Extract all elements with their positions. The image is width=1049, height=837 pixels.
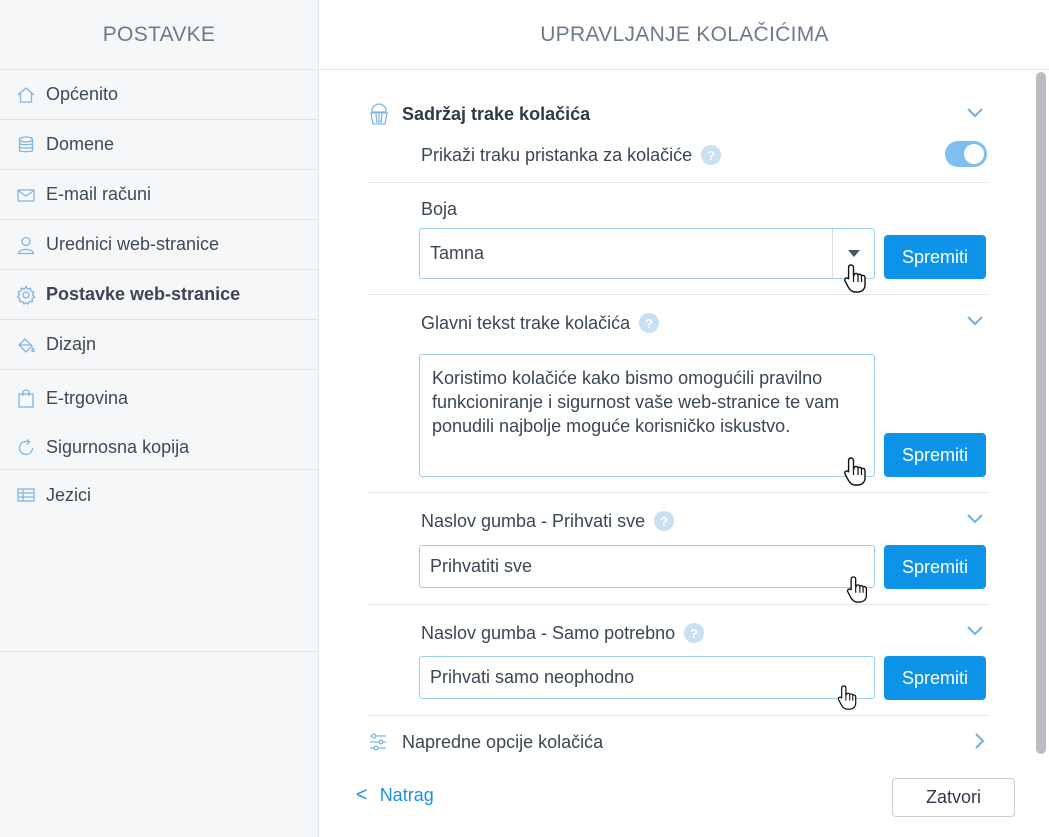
hand-cursor-icon (842, 263, 870, 295)
sidebar-divider (0, 651, 319, 652)
necessary-only-label: Naslov gumba - Samo potrebno (421, 622, 676, 643)
divider (368, 715, 988, 716)
save-color-button[interactable]: Spremiti (884, 235, 986, 279)
color-label: Boja (421, 198, 458, 219)
sidebar-item-ecommerce[interactable]: E-trgovina (0, 370, 318, 426)
help-icon[interactable]: ? (639, 313, 660, 333)
sidebar-item-label: Općenito (46, 84, 119, 104)
color-select[interactable]: Tamna (419, 228, 875, 279)
hand-cursor-icon (845, 575, 873, 607)
envelope-icon (15, 184, 37, 206)
accept-all-input[interactable]: Prihvatiti sve (419, 545, 875, 588)
main-text-textarea[interactable]: Koristimo kolačiće kako bismo omogućili … (419, 354, 875, 477)
sidebar-title: POSTAVKE (0, 0, 318, 70)
necessary-only-row: Naslov gumba - Samo potrebno ? (421, 620, 705, 646)
color-select-value: Tamna (430, 243, 485, 263)
sidebar-item-label: E-mail računi (46, 184, 152, 204)
sidebar-item-label: Jezici (46, 484, 92, 505)
section-header-cookie-banner[interactable]: Sadržaj trake kolačića (368, 100, 988, 128)
divider (368, 294, 988, 295)
save-accept-all-button[interactable]: Spremiti (884, 545, 986, 589)
sidebar-nav: Općenito Domene E-mail računi Urednici w… (0, 70, 318, 520)
chevron-down-icon[interactable] (964, 507, 986, 529)
sliders-icon (368, 732, 388, 752)
sidebar-item-label: E-trgovina (46, 387, 129, 408)
sidebar-item-site-editors[interactable]: Urednici web-stranice (0, 220, 318, 270)
divider (368, 182, 988, 183)
chevron-left-icon: < (356, 784, 368, 806)
home-icon (15, 84, 37, 106)
main-text-label: Glavni tekst trake kolačića (421, 312, 631, 333)
chevron-down-icon[interactable] (964, 309, 986, 331)
sidebar-item-label: Domene (46, 134, 115, 154)
save-necessary-only-button[interactable]: Spremiti (884, 656, 986, 700)
sidebar-item-languages[interactable]: Jezici (0, 470, 318, 520)
toggle-label: Prikaži traku pristanka za kolačiće (421, 144, 693, 165)
gear-icon (15, 284, 37, 306)
help-icon[interactable]: ? (684, 623, 705, 643)
necessary-only-input[interactable]: Prihvati samo neophodno (419, 656, 875, 699)
toggle-row: Prikaži traku pristanka za kolačiće ? (421, 142, 722, 168)
sidebar-item-backup[interactable]: Sigurnosna kopija (0, 426, 318, 470)
sidebar-item-label: Postavke web-stranice (46, 284, 241, 304)
help-icon[interactable]: ? (701, 145, 722, 165)
divider (368, 604, 988, 605)
save-main-text-button[interactable]: Spremiti (884, 433, 986, 477)
page-title: UPRAVLJANJE KOLAČIĆIMA (320, 0, 1049, 70)
necessary-only-value: Prihvati samo neophodno (430, 667, 635, 687)
hand-cursor-icon (836, 684, 864, 716)
paint-bucket-icon (15, 334, 37, 356)
section-title: Sadržaj trake kolačića (402, 103, 591, 124)
refresh-icon (15, 437, 37, 459)
chevron-right-icon[interactable] (968, 730, 990, 752)
sidebar-item-design[interactable]: Dizajn (0, 320, 318, 370)
close-button[interactable]: Zatvori (892, 778, 1015, 817)
accept-all-label: Naslov gumba - Prihvati sve (421, 510, 646, 531)
advanced-options-label: Napredne opcije kolačića (402, 731, 604, 752)
chevron-down-icon[interactable] (964, 619, 986, 641)
sidebar: POSTAVKE Općenito Domene E-mail računi U… (0, 0, 319, 837)
back-label: Natrag (379, 785, 434, 805)
cupcake-icon (368, 102, 390, 126)
divider (368, 492, 988, 493)
sidebar-item-site-settings[interactable]: Postavke web-stranice (0, 270, 318, 320)
scrollbar[interactable] (1036, 72, 1046, 754)
sidebar-item-label: Sigurnosna kopija (46, 437, 190, 457)
shopping-bag-icon (15, 387, 37, 409)
hand-cursor-icon (842, 456, 870, 488)
chevron-down-icon[interactable] (964, 101, 986, 123)
back-link[interactable]: < Natrag (356, 784, 434, 807)
advanced-options-row[interactable]: Napredne opcije kolačića (368, 728, 988, 756)
help-icon[interactable]: ? (654, 511, 675, 531)
sidebar-item-label: Dizajn (46, 334, 97, 354)
user-icon (15, 234, 37, 256)
sidebar-item-domains[interactable]: Domene (0, 120, 318, 170)
accept-all-value: Prihvatiti sve (430, 556, 533, 576)
sidebar-item-general[interactable]: Općenito (0, 70, 318, 120)
sidebar-item-email-accounts[interactable]: E-mail računi (0, 170, 318, 220)
database-icon (15, 134, 37, 156)
show-banner-toggle[interactable] (945, 141, 987, 167)
main-text-row: Glavni tekst trake kolačića ? (421, 310, 660, 336)
accept-all-row: Naslov gumba - Prihvati sve ? (421, 508, 675, 534)
toggle-knob (964, 144, 984, 164)
sidebar-item-label: Urednici web-stranice (46, 234, 220, 254)
table-icon (15, 484, 37, 506)
